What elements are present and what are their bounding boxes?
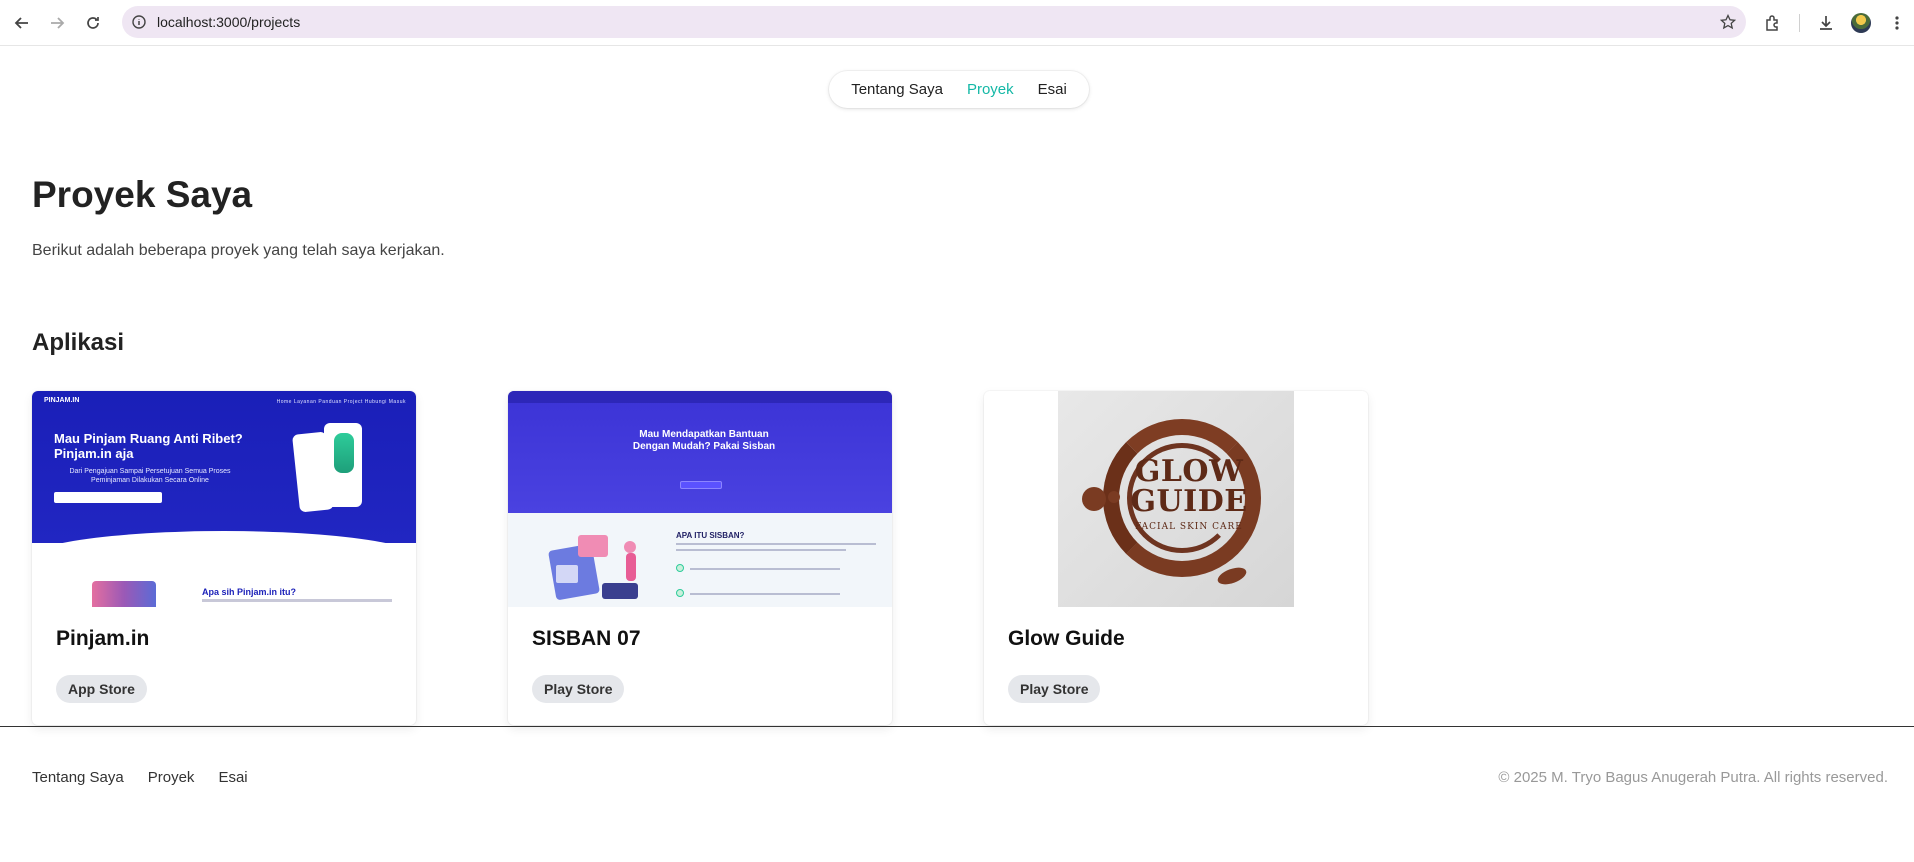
thumb-search bbox=[54, 492, 162, 503]
store-badge[interactable]: Play Store bbox=[1008, 675, 1101, 703]
page-title: Proyek Saya bbox=[32, 174, 253, 215]
glow-guide-logo: GLOW GUIDE bbox=[1130, 454, 1248, 519]
project-card-pinjam[interactable]: PINJAM.IN Home Layanan Panduan Project H… bbox=[32, 391, 416, 725]
project-thumbnail: Mau Mendapatkan Bantuan Dengan Mudah? Pa… bbox=[508, 391, 892, 607]
thumb-button bbox=[680, 481, 722, 489]
store-badge[interactable]: Play Store bbox=[532, 675, 625, 703]
footer-link-tentang-saya[interactable]: Tentang Saya bbox=[32, 769, 124, 786]
footer-link-esai[interactable]: Esai bbox=[218, 769, 247, 786]
footer-link-proyek[interactable]: Proyek bbox=[148, 769, 195, 786]
thumb-logo: PINJAM.IN bbox=[44, 397, 80, 404]
site-info-icon[interactable] bbox=[130, 13, 148, 31]
bookmark-star-icon[interactable] bbox=[1718, 12, 1738, 32]
footer-nav: Tentang Saya Proyek Esai bbox=[32, 769, 248, 786]
browser-toolbar: localhost:3000/projects bbox=[0, 0, 1914, 46]
thumb-section-heading: Apa sih Pinjam.in itu? bbox=[202, 587, 297, 597]
person-illustration bbox=[334, 433, 354, 473]
project-thumbnail: PINJAM.IN Home Layanan Panduan Project H… bbox=[32, 391, 416, 607]
top-nav: Tentang Saya Proyek Esai bbox=[829, 71, 1089, 108]
dashboard-illustration bbox=[548, 535, 638, 600]
toolbar-divider bbox=[1799, 14, 1800, 32]
nav-item-esai[interactable]: Esai bbox=[1038, 81, 1067, 98]
downloads-icon[interactable] bbox=[1813, 10, 1839, 36]
thumb-section-heading: APA ITU SISBAN? bbox=[676, 531, 745, 540]
store-badge[interactable]: App Store bbox=[56, 675, 147, 703]
project-title: SISBAN 07 bbox=[532, 627, 641, 650]
back-icon[interactable] bbox=[9, 10, 35, 36]
thumb-subtext: Dari Pengajuan Sampai Persetujuan Semua … bbox=[69, 468, 231, 484]
extensions-icon[interactable] bbox=[1760, 10, 1786, 36]
profile-avatar[interactable] bbox=[1851, 13, 1871, 33]
project-title: Pinjam.in bbox=[56, 627, 150, 650]
copyright-text: © 2025 M. Tryo Bagus Anugerah Putra. All… bbox=[1498, 769, 1888, 786]
address-bar[interactable]: localhost:3000/projects bbox=[122, 6, 1746, 38]
thumb-headline: Mau Mendapatkan Bantuan Dengan Mudah? Pa… bbox=[632, 429, 776, 452]
forward-icon[interactable] bbox=[44, 10, 70, 36]
section-title: Aplikasi bbox=[32, 329, 125, 356]
project-title: Glow Guide bbox=[1008, 627, 1125, 650]
project-card-sisban[interactable]: Mau Mendapatkan Bantuan Dengan Mudah? Pa… bbox=[508, 391, 892, 725]
thumb-art bbox=[92, 581, 156, 607]
more-menu-icon[interactable] bbox=[1884, 10, 1910, 36]
page-subtitle: Berikut adalah beberapa proyek yang tela… bbox=[32, 242, 445, 259]
project-thumbnail: GLOW GUIDE FACIAL SKIN CARE bbox=[984, 391, 1368, 607]
logo-tagline: FACIAL SKIN CARE bbox=[1135, 522, 1243, 532]
url-text[interactable]: localhost:3000/projects bbox=[157, 14, 300, 30]
footer-divider bbox=[0, 726, 1914, 727]
thumb-headline: Mau Pinjam Ruang Anti Ribet? Pinjam.in a… bbox=[54, 431, 243, 461]
nav-item-tentang-saya[interactable]: Tentang Saya bbox=[851, 81, 943, 98]
thumb-menu: Home Layanan Panduan Project Hubungi Mas… bbox=[276, 399, 406, 405]
nav-item-proyek[interactable]: Proyek bbox=[967, 81, 1014, 98]
reload-icon[interactable] bbox=[80, 10, 106, 36]
project-card-glow-guide[interactable]: GLOW GUIDE FACIAL SKIN CARE Glow Guide P… bbox=[984, 391, 1368, 725]
